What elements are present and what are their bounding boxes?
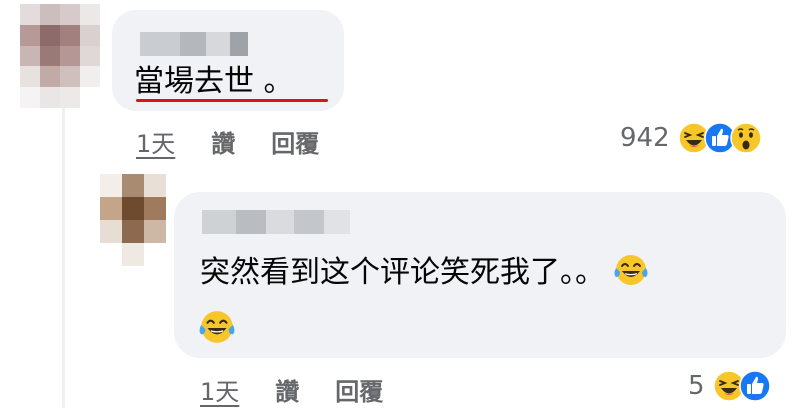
tears-of-joy-emoji: [613, 252, 649, 288]
red-underline: [136, 99, 328, 102]
comment-actions: 1天 讚 回覆: [136, 124, 319, 159]
wow-face-icon: [730, 122, 762, 154]
reply-button[interactable]: 回覆: [271, 124, 319, 159]
reply-text: 突然看到这个评论笑死我了。。: [200, 255, 605, 290]
author-name-redacted[interactable]: [202, 210, 350, 234]
reply-bubble: 突然看到这个评论笑死我了。。: [174, 192, 786, 358]
tears-of-joy-emoji: [198, 308, 236, 346]
like-button[interactable]: 讚: [275, 372, 299, 407]
reply-button[interactable]: 回覆: [335, 372, 383, 407]
reply-timestamp[interactable]: 1天: [200, 372, 239, 407]
reply-reaction-summary[interactable]: 5: [688, 370, 771, 402]
author-name-redacted[interactable]: [140, 32, 248, 56]
comment-bubble: 當場去世 。: [112, 10, 344, 111]
like-button[interactable]: 讚: [211, 124, 235, 159]
reply-actions: 1天 讚 回覆: [200, 372, 383, 407]
reaction-count: 942: [620, 123, 670, 153]
thread-line: [62, 108, 65, 408]
reply-text-line: 突然看到这个评论笑死我了。。: [200, 252, 649, 292]
thumbs-up-icon: [739, 370, 771, 402]
avatar[interactable]: [20, 4, 100, 108]
reaction-summary[interactable]: 942: [620, 122, 762, 154]
reaction-count: 5: [688, 371, 705, 401]
comment-text: 當場去世 。: [134, 64, 294, 99]
reply-avatar[interactable]: [100, 174, 166, 266]
comment-timestamp[interactable]: 1天: [136, 124, 175, 159]
